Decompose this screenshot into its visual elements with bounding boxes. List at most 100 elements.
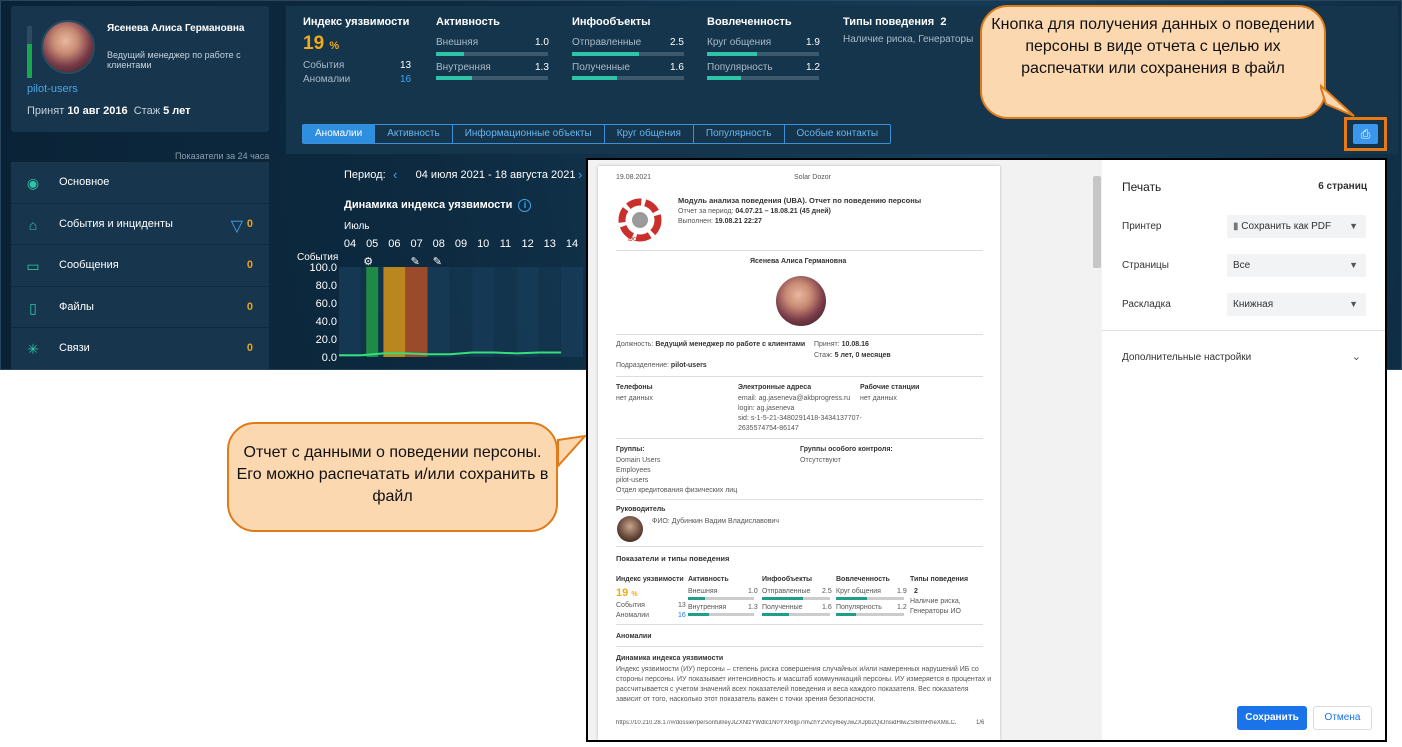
person-name: Ясенева Алиса Германовна [107, 23, 245, 34]
report-page: 19.08.2021 Solar Dozor Dozor Модуль анал… [598, 166, 1000, 740]
report-period-label: Отчет за период: [678, 208, 734, 215]
chevron-down-icon[interactable]: ⌄ [1352, 350, 1361, 363]
info-sent-bar [572, 52, 684, 56]
report-tenure-label: Стаж: [814, 352, 833, 359]
building-icon: ⌂ [28, 216, 38, 233]
vuln-title: Индекс уязвимости [303, 16, 410, 28]
sidebar-item-links[interactable]: ✳ Связи 0 [11, 328, 269, 369]
preview-scrollbar[interactable] [1092, 168, 1102, 740]
x-tick-label: 13 [544, 238, 556, 250]
sidebar-item-events[interactable]: ⌂ События и инциденты ▽ 0 [11, 203, 269, 245]
column-band [516, 267, 539, 357]
callout-report: Отчет с данными о поведении персоны. Его… [227, 422, 558, 532]
report-tenure: 5 лет, 0 месяцев [834, 352, 891, 359]
layout-label: Раскладка [1122, 299, 1171, 310]
report-inf2-value: 1.6 [822, 604, 832, 611]
bar[interactable] [366, 267, 379, 357]
report-hired-label: Принят: [814, 341, 840, 348]
sidebar-item-files[interactable]: ▯ Файлы 0 [11, 286, 269, 328]
report-typ1: Наличие риска, [910, 598, 961, 605]
sidebar-item-main[interactable]: ◉ Основное [11, 162, 269, 204]
gear-icon: ⚙ [363, 256, 373, 268]
report-dyn-text: Индекс уязвимости (ИУ) персоны – степень… [616, 666, 979, 673]
info-received-value: 1.6 [670, 62, 684, 73]
report-dept-label: Подразделение: [616, 362, 669, 369]
info-icon[interactable]: i [518, 199, 532, 212]
tab-special-contacts[interactable]: Особые контакты [785, 125, 891, 143]
report-ws-title: Рабочие станции [860, 384, 920, 391]
callout-print-tail [1320, 83, 1355, 117]
y-tick-label: 60.0 [316, 298, 337, 310]
report-manager-avatar [617, 516, 643, 542]
pages-select[interactable]: Все ▼ [1227, 254, 1366, 277]
vulnerability-chart: 04 05 06 07 08 09 10 11 12 13 14События100.080.060… [297, 238, 583, 364]
types-count: 2 [940, 16, 947, 28]
pages-label: Страницы [1122, 260, 1169, 271]
print-settings: Печать 6 страниц Принтер ▮ Сохранить как… [1102, 160, 1385, 740]
report-vuln-unit: % [631, 591, 638, 598]
anomalies-value[interactable]: 16 [400, 74, 411, 85]
tab-anomalies[interactable]: Аномалии [303, 125, 376, 143]
sidebar-item-messages[interactable]: ▭ Сообщения 0 [11, 245, 269, 287]
x-tick-label: 04 [344, 238, 356, 250]
sidebar-item-label: Основное [59, 176, 110, 188]
report-hired: 10.08.16 [841, 341, 869, 348]
sidebar-item-label: Сообщения [59, 259, 119, 271]
report-position: Ведущий менеджер по работе с клиентами [655, 341, 806, 348]
report-emails-title: Электронные адреса [738, 384, 812, 391]
vuln-number: 19 [303, 33, 325, 54]
report-page-number: 1/6 [976, 720, 985, 726]
report-inf1-bar [762, 597, 830, 600]
bar[interactable] [405, 267, 428, 357]
person-position: Ведущий менеджер по работе с клиентами [107, 50, 241, 70]
report-act2: Внутренняя [688, 604, 727, 611]
report-dyn-text: стороны персоны. ИУ показывает интенсивн… [616, 676, 992, 683]
save-button[interactable]: Сохранить [1237, 706, 1307, 730]
report-vuln: 19 [616, 587, 629, 599]
tab-circle[interactable]: Круг общения [605, 125, 694, 143]
file-icon: ▯ [29, 299, 37, 316]
period-next-icon[interactable]: › [578, 167, 582, 182]
tab-popularity[interactable]: Популярность [694, 125, 785, 143]
tab-activity[interactable]: Активность [375, 125, 453, 143]
print-button[interactable]: ⎙ [1344, 117, 1387, 151]
chevron-down-icon: ▼ [1349, 299, 1358, 309]
layout-select[interactable]: Книжная ▼ [1227, 293, 1366, 316]
report-sid: sid: s-1-5-21-3480291418-3434137707- [738, 415, 862, 422]
chart-title-text: Динамика индекса уязвимости [344, 199, 513, 211]
printer-select[interactable]: ▮ Сохранить как PDF ▼ [1227, 215, 1366, 238]
activity-title: Активность [436, 16, 500, 28]
hired-label: Принят [27, 105, 65, 117]
report-special-title: Группы особого контроля: [800, 446, 893, 453]
sidebar-item-count: 0 [246, 259, 253, 271]
chevron-down-icon: ▼ [1349, 221, 1358, 231]
report-anom-label: Аномалии [616, 612, 650, 619]
engage-popularity-bar [707, 76, 819, 80]
x-tick-label: 08 [433, 238, 445, 250]
cancel-button[interactable]: Отмена [1313, 706, 1372, 730]
x-tick-label: 10 [477, 238, 489, 250]
printer-icon: ⎙ [1353, 124, 1378, 144]
activity-external-bar [436, 52, 548, 56]
x-tick-label: 07 [410, 238, 422, 250]
tab-info-objects[interactable]: Информационные объекты [453, 125, 605, 143]
column-band [450, 267, 472, 357]
layout-value: Книжная [1233, 299, 1274, 310]
filter-icon[interactable]: ▽ [231, 216, 243, 236]
bar[interactable] [383, 267, 406, 357]
report-pos-label: Должность: [616, 341, 654, 348]
report-anom: 16 [678, 612, 686, 619]
events-value: 13 [400, 60, 412, 71]
person-group-link[interactable]: pilot-users [27, 83, 78, 95]
report-done-label: Выполнен: [678, 218, 713, 225]
sidebar-item-count: 0 [246, 300, 253, 313]
report-dept: pilot-users [670, 362, 707, 369]
chart-title: Динамика индекса уязвимости i [344, 199, 532, 212]
more-settings[interactable]: Дополнительные настройки [1122, 352, 1251, 363]
report-url: https://10.210.28.17/#/dossier/personful… [616, 720, 956, 726]
report-login: login: ag.jaseneva [738, 405, 795, 412]
report-eng-title: Вовлеченность [836, 576, 890, 583]
report-group: Domain Users [616, 457, 661, 464]
print-preview: 19.08.2021 Solar Dozor Dozor Модуль анал… [588, 160, 1102, 740]
report-act1: Внешняя [688, 588, 718, 595]
